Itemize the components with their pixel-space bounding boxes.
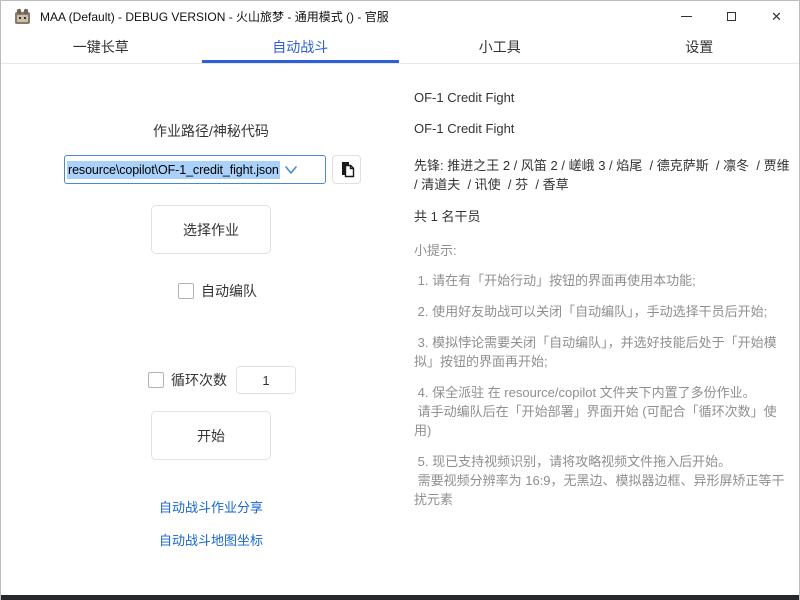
loop-times-row: 循环次数 — [148, 366, 296, 394]
auto-squad-checkbox[interactable] — [178, 283, 194, 299]
loop-count-input[interactable] — [236, 366, 296, 394]
tips-title: 小提示: — [414, 240, 792, 259]
job-title: OF-1 Credit Fight — [414, 89, 792, 107]
tab-settings[interactable]: 设置 — [600, 31, 800, 63]
copilot-share-link[interactable]: 自动战斗作业分享 — [1, 497, 421, 516]
tip-1: 1. 请在有「开始行动」按钮的界面再使用本功能; — [414, 271, 792, 290]
job-path-row: resource\copilot\OF-1_credit_fight.json — [64, 155, 361, 184]
loop-times-checkbox[interactable] — [148, 372, 164, 388]
tip-4: 4. 保全派驻 在 resource/copilot 文件夹下内置了多份作业。 … — [414, 383, 792, 440]
tip-2: 2. 使用好友助战可以关闭「自动编队」，手动选择干员后开始; — [414, 302, 792, 321]
job-info-panel: OF-1 Credit Fight OF-1 Credit Fight 先锋: … — [414, 89, 792, 509]
operator-list: 先锋: 推进之王 2 / 风笛 2 / 嵯峨 3 / 焰尾 / 德克萨斯 / 凛… — [414, 156, 792, 194]
tab-tools[interactable]: 小工具 — [400, 31, 600, 63]
tab-auto-battle[interactable]: 自动战斗 — [201, 31, 401, 63]
tab-farming[interactable]: 一键长草 — [1, 31, 201, 63]
tip-5: 5. 现已支持视频识别，请将攻略视频文件拖入后开始。 需要视频分辨率为 16:9… — [414, 452, 792, 509]
job-path-label: 作业路径/神秘代码 — [1, 121, 421, 141]
window-title: MAA (Default) - DEBUG VERSION - 火山旅梦 - 通… — [40, 8, 389, 25]
job-subtitle: OF-1 Credit Fight — [414, 120, 792, 138]
job-path-value: resource\copilot\OF-1_credit_fight.json — [67, 161, 280, 179]
minimize-button[interactable] — [664, 1, 709, 31]
loop-times-label: 循环次数 — [171, 370, 227, 390]
minimize-icon — [681, 16, 692, 17]
main-content: 作业路径/神秘代码 resource\copilot\OF-1_credit_f… — [1, 65, 799, 595]
title-bar: MAA (Default) - DEBUG VERSION - 火山旅梦 - 通… — [1, 1, 799, 31]
copy-path-button[interactable] — [332, 155, 361, 184]
window-bottom-edge — [1, 595, 799, 600]
select-job-button[interactable]: 选择作业 — [151, 205, 271, 254]
chevron-down-icon[interactable] — [284, 165, 298, 175]
app-logo-icon — [14, 8, 31, 25]
auto-squad-label: 自动编队 — [201, 281, 257, 301]
start-button[interactable]: 开始 — [151, 411, 271, 460]
tab-bar: 一键长草 自动战斗 小工具 设置 — [1, 31, 799, 64]
tip-3: 3. 模拟悖论需要关闭「自动编队」，并选好技能后处于「开始模拟」按钮的界面再开始… — [414, 333, 792, 371]
auto-squad-row: 自动编队 — [178, 281, 257, 301]
close-button[interactable]: ✕ — [754, 1, 799, 31]
operator-count: 共 1 名干员 — [414, 206, 792, 225]
job-path-combobox[interactable]: resource\copilot\OF-1_credit_fight.json — [64, 155, 326, 184]
copilot-map-link[interactable]: 自动战斗地图坐标 — [1, 530, 421, 549]
close-icon: ✕ — [771, 10, 782, 23]
maximize-icon — [727, 12, 736, 21]
maximize-button[interactable] — [709, 1, 754, 31]
copy-icon — [339, 161, 355, 178]
